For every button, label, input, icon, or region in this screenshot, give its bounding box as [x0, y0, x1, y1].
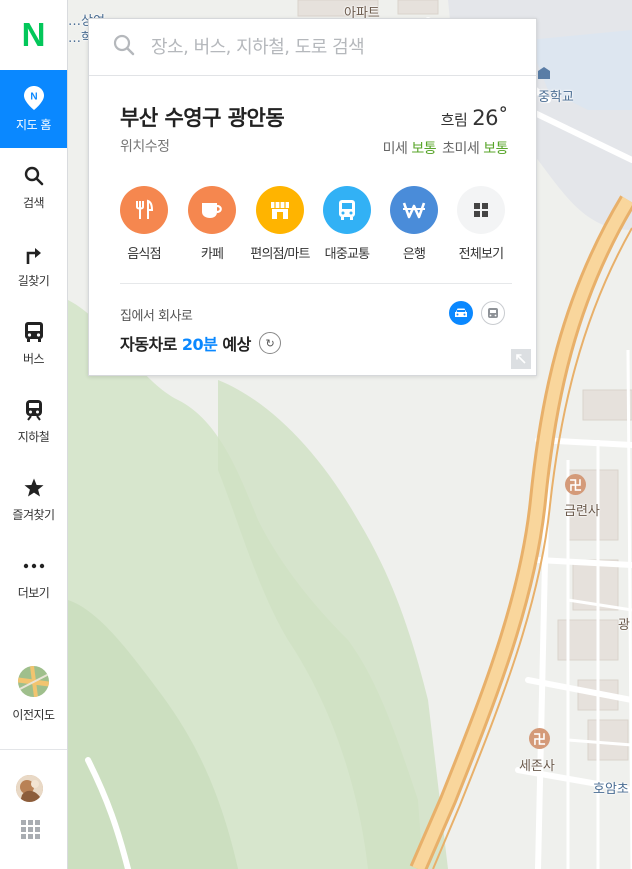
- svg-text:N: N: [30, 91, 37, 102]
- subway-icon: [24, 398, 44, 422]
- map-label-temple-2: 세존사: [519, 759, 555, 774]
- car-mode-button[interactable]: [449, 301, 473, 325]
- fine-dust-value: 보통: [411, 141, 437, 157]
- bus-icon: [24, 320, 44, 344]
- apps-grid-icon[interactable]: [21, 820, 40, 839]
- sidebar-item-label: 버스: [22, 351, 45, 366]
- sidebar-item-search[interactable]: 검색: [0, 148, 67, 226]
- category-label: 편의점/마트: [250, 247, 310, 262]
- school-icon: [538, 67, 550, 79]
- category-label: 카페: [200, 247, 224, 262]
- temple-icon: 卍: [565, 474, 586, 495]
- sidebar-item-directions[interactable]: 길찾기: [0, 226, 67, 304]
- category-label: 은행: [402, 247, 426, 262]
- arrow-collapse-icon: [516, 354, 526, 364]
- category-view-all[interactable]: 전체보기: [441, 186, 521, 262]
- search-icon: [24, 164, 44, 188]
- store-icon: [256, 186, 304, 234]
- ultrafine-dust-value: 보통: [483, 141, 508, 157]
- sidebar-item-label: 즐겨찾기: [12, 507, 55, 522]
- home-panel: 부산 수영구 광안동 위치수정 흐림26˚ 미세 보통초미세 보통 음식점 카페: [88, 18, 537, 376]
- category-label: 음식점: [127, 247, 161, 262]
- cafe-icon: [188, 186, 236, 234]
- sidebar-item-more[interactable]: 더보기: [0, 538, 67, 616]
- temple-icon: 卍: [529, 728, 550, 749]
- poi-temple-1[interactable]: 卍: [565, 474, 586, 495]
- weather-condition: 흐림: [440, 111, 468, 129]
- naver-logo[interactable]: N: [0, 0, 67, 70]
- collapse-panel-button[interactable]: [511, 349, 531, 369]
- section-divider: [120, 283, 512, 284]
- sidebar-item-label: 길찾기: [17, 273, 50, 288]
- commute-mode-prefix: 자동차로: [120, 335, 177, 354]
- sidebar-item-previous-map[interactable]: 이전지도: [0, 666, 67, 723]
- commute-suffix: 예상: [222, 335, 251, 354]
- search-icon: [113, 34, 135, 60]
- weather-temperature: 26˚: [472, 106, 508, 130]
- weather-info: 흐림 26˚: [440, 106, 509, 130]
- ultrafine-dust-label: 초미세: [442, 141, 480, 157]
- sidebar-divider: [0, 749, 67, 750]
- commute-label: 집에서 회사로: [120, 309, 193, 324]
- map-label-middle-school: 중학교: [538, 90, 574, 105]
- location-section: 부산 수영구 광안동 위치수정 흐림 26˚ 미세 보통 초미세 보통: [89, 76, 536, 176]
- map-label-temple-1: 금련사: [564, 504, 600, 519]
- sidebar-item-label: 이전지도: [12, 708, 55, 722]
- commute-duration: 20분: [181, 335, 218, 354]
- poi-temple-2[interactable]: 卍: [529, 728, 550, 749]
- car-icon: [455, 308, 467, 317]
- avatar[interactable]: [16, 775, 43, 802]
- category-label: 대중교통: [324, 247, 370, 262]
- star-icon: [24, 476, 44, 500]
- commute-estimate: 자동차로 20분 예상 ↻: [120, 331, 281, 355]
- sidebar-item-favorites[interactable]: 즐겨찾기: [0, 460, 67, 538]
- map-label-bottom-right: 호암초: [593, 782, 629, 797]
- dust-info: 미세 보통 초미세 보통: [382, 138, 509, 158]
- transit-mode-button[interactable]: [481, 301, 505, 325]
- more-icon: [23, 554, 45, 578]
- directions-icon: [24, 242, 44, 266]
- grid-icon: [457, 186, 505, 234]
- bus-icon: [323, 186, 371, 234]
- previous-map-thumbnail: [18, 666, 49, 697]
- sidebar: N N 지도 홈 검색 길찾기 버스 지하철 즐겨찾기 더보기 이전지도: [0, 0, 68, 869]
- sidebar-item-subway[interactable]: 지하철: [0, 382, 67, 460]
- map-label-right-edge: 광: [618, 618, 630, 633]
- search-bar: [89, 19, 536, 76]
- fine-dust-label: 미세: [382, 141, 408, 157]
- sidebar-item-label: 지도 홈: [16, 117, 51, 132]
- bank-icon: [390, 186, 438, 234]
- map-pin-icon: N: [23, 85, 44, 110]
- sidebar-item-label: 더보기: [17, 585, 50, 600]
- search-input[interactable]: [149, 35, 513, 59]
- sidebar-item-label: 지하철: [17, 429, 50, 444]
- refresh-icon[interactable]: ↻: [258, 332, 281, 354]
- bus-icon: [488, 307, 498, 318]
- category-label: 전체보기: [458, 247, 504, 262]
- location-title: 부산 수영구 광안동: [120, 106, 285, 130]
- sidebar-item-map-home[interactable]: N 지도 홈: [0, 70, 67, 148]
- sidebar-item-bus[interactable]: 버스: [0, 304, 67, 382]
- edit-location-link[interactable]: 위치수정: [120, 136, 170, 156]
- sidebar-item-label: 검색: [22, 195, 45, 210]
- restaurant-icon: [120, 186, 168, 234]
